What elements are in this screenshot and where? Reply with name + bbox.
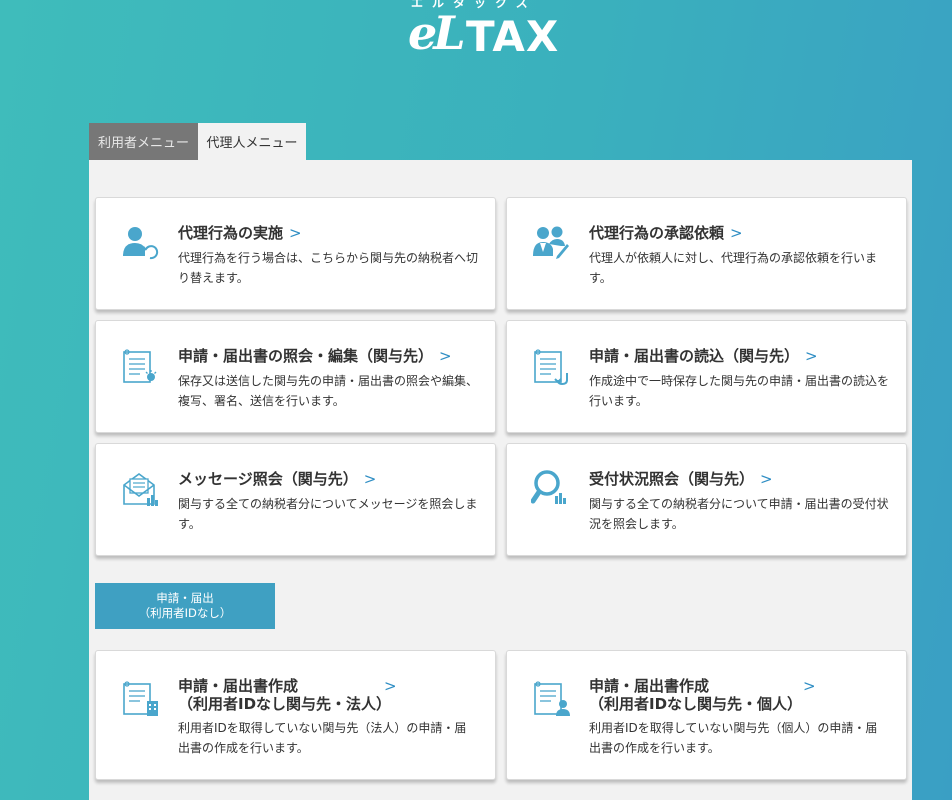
message-icon (120, 470, 160, 510)
document-load-icon (531, 347, 571, 387)
agent-menu-panel: 代理行為の実施 > 代理行為を行う場合は、こちらから関与先の納税者へ切り替えます。… (89, 160, 912, 800)
document-corporation-icon (120, 679, 160, 719)
card-description: 保存又は送信した関与先の申請・届出書の照会や編集、複写、署名、送信を行います。 (178, 374, 479, 408)
card-create-corporation[interactable]: 申請・届出書作成 > （利用者IDなし関与先・法人） 利用者IDを取得していない関… (95, 650, 496, 780)
chevron-right-icon: > (803, 677, 816, 695)
status-search-icon (531, 468, 571, 508)
card-title: 受付状況照会（関与先） > (589, 470, 773, 488)
card-title: 代理行為の実施 > (178, 224, 302, 242)
logo-word: TAX (466, 12, 560, 61)
chevron-right-icon: > (805, 347, 818, 365)
card-description: 利用者IDを取得していない関与先（法人）の申請・届出書の作成を行います。 (178, 721, 467, 755)
card-agent-action[interactable]: 代理行為の実施 > 代理行為を行う場合は、こちらから関与先の納税者へ切り替えます。 (95, 197, 496, 310)
section-button-no-user-id[interactable]: 申請・届出 （利用者IDなし） (95, 583, 275, 629)
card-description: 代理行為を行う場合は、こちらから関与先の納税者へ切り替えます。 (178, 251, 479, 285)
card-description: 関与する全ての納税者分についてメッセージを照会します。 (178, 497, 478, 531)
chevron-right-icon: > (760, 470, 773, 488)
card-title: 申請・届出書の照会・編集（関与先） > (178, 347, 452, 365)
document-search-icon (120, 347, 160, 387)
card-description: 関与する全ての納税者分について申請・届出書の受付状況を照会します。 (589, 497, 889, 531)
card-agent-approval[interactable]: 代理行為の承認依頼 > 代理人が依頼人に対し、代理行為の承認依頼を行います。 (506, 197, 907, 310)
card-message-inquiry[interactable]: メッセージ照会（関与先） > 関与する全ての納税者分についてメッセージを照会します… (95, 443, 496, 556)
card-description: 利用者IDを取得していない関与先（個人）の申請・届出書の作成を行います。 (589, 721, 878, 755)
card-title: 申請・届出書作成 > （利用者IDなし関与先・法人） (178, 677, 397, 713)
chevron-right-icon: > (363, 470, 377, 488)
card-title: 申請・届出書作成 > （利用者IDなし関与先・個人） (589, 677, 816, 713)
card-document-inquiry-edit[interactable]: 申請・届出書の照会・編集（関与先） > 保存又は送信した関与先の申請・届出書の照会… (95, 320, 496, 433)
card-title: 申請・届出書の読込（関与先） > (589, 347, 818, 365)
card-status-inquiry[interactable]: 受付状況照会（関与先） > 関与する全ての納税者分について申請・届出書の受付状況を… (506, 443, 907, 556)
tab-agent-menu[interactable]: 代理人メニュー (198, 123, 306, 160)
chevron-right-icon: > (384, 677, 397, 695)
agent-switch-icon (120, 222, 160, 262)
card-description: 作成途中で一時保存した関与先の申請・届出書の読込を行います。 (589, 374, 890, 408)
logo-mark: eL (408, 6, 466, 60)
menu-tabs: 利用者メニュー 代理人メニュー (89, 123, 306, 160)
tab-user-menu[interactable]: 利用者メニュー (89, 123, 198, 160)
chevron-right-icon: > (289, 224, 302, 242)
card-description: 代理人が依頼人に対し、代理行為の承認依頼を行います。 (589, 251, 878, 285)
card-title: メッセージ照会（関与先） > (178, 470, 377, 488)
section-line2: （利用者IDなし） (138, 606, 232, 620)
chevron-right-icon: > (730, 224, 743, 242)
card-title: 代理行為の承認依頼 > (589, 224, 743, 242)
card-document-load[interactable]: 申請・届出書の読込（関与先） > 作成途中で一時保存した関与先の申請・届出書の読込… (506, 320, 907, 433)
card-create-individual[interactable]: 申請・届出書作成 > （利用者IDなし関与先・個人） 利用者IDを取得していない関… (506, 650, 907, 780)
section-line1: 申請・届出 (156, 591, 214, 605)
chevron-right-icon: > (439, 347, 452, 365)
eltax-logo: エルタックス eL TAX (408, 0, 588, 62)
agent-approval-icon (531, 222, 571, 262)
document-individual-icon (531, 679, 571, 719)
